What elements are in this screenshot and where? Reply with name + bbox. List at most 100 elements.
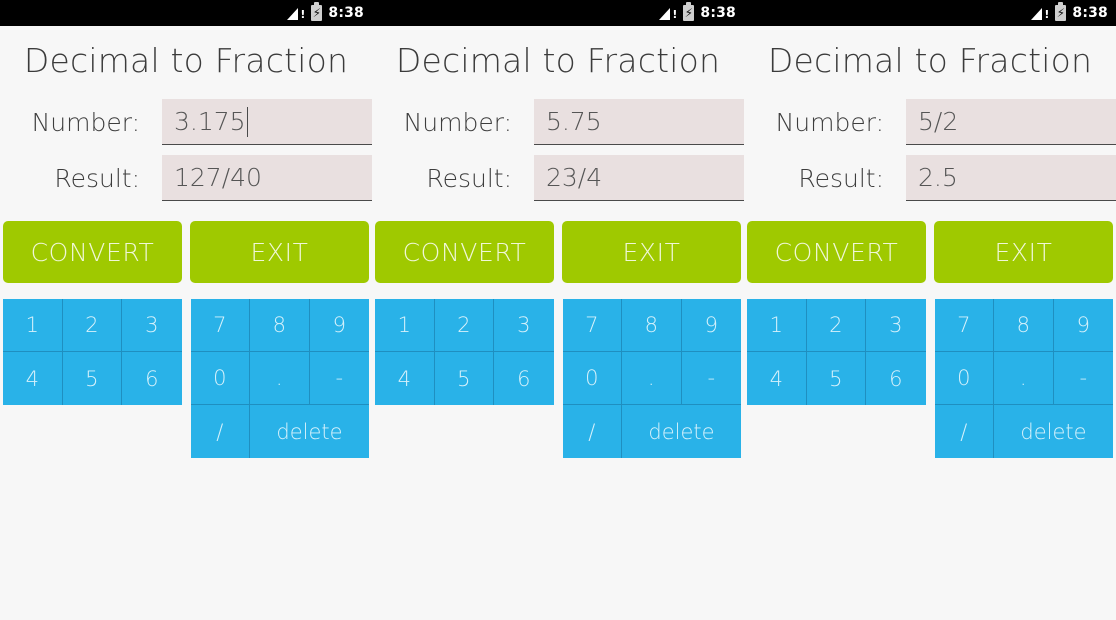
result-input-value: 2.5 [918,163,958,192]
conversion-form: Number: 5.75 Result: 23/4 [372,99,744,201]
key-5[interactable]: 5 [434,352,494,405]
number-input[interactable]: 5.75 [534,99,744,145]
key-7[interactable]: 7 [562,299,622,352]
signal-warning-icon: ! [659,6,678,21]
key-6[interactable]: 6 [494,352,554,405]
key-8[interactable]: 8 [250,299,310,352]
key-8[interactable]: 8 [994,299,1054,352]
key-slash[interactable]: / [562,405,622,458]
page-title: Decimal to Fraction [395,41,721,80]
key-5[interactable]: 5 [806,352,866,405]
result-input-value: 127/40 [174,163,262,192]
convert-button[interactable]: CONVERT [3,221,182,283]
result-row: Result: 127/40 [0,155,372,201]
convert-button[interactable]: CONVERT [375,221,554,283]
key-4[interactable]: 4 [747,352,807,405]
key-delete[interactable]: delete [250,405,369,458]
key-minus[interactable]: - [681,352,741,405]
key-3[interactable]: 3 [494,299,554,352]
number-row: Number: 5.75 [372,99,744,145]
keypad-left: 1 2 3 4 5 6 [3,299,182,405]
page-title: Decimal to Fraction [23,41,349,80]
key-9[interactable]: 9 [309,299,369,352]
number-label: Number: [403,107,512,137]
signal-warning-glyph: ! [300,8,306,21]
key-6[interactable]: 6 [122,352,182,405]
status-bar-clock: 8:38 [700,5,736,21]
signal-warning-icon: ! [1031,6,1050,21]
keypad-row: 1 2 3 4 5 6 7 8 9 0 . - / delete [0,299,372,458]
app-panel-3: ! ⚡ 8:38 Decimal to Fraction Number: 5/2… [744,0,1116,620]
text-caret [246,106,249,137]
result-input[interactable]: 2.5 [906,155,1116,201]
key-0[interactable]: 0 [934,352,994,405]
result-label: Result: [54,163,140,193]
key-0[interactable]: 0 [190,352,250,405]
key-slash[interactable]: / [190,405,250,458]
number-row: Number: 5/2 [744,99,1116,145]
action-button-row: CONVERT EXIT [0,221,372,283]
keypad-right: 7 8 9 0 . - / delete [562,299,741,458]
number-label: Number: [31,107,140,137]
result-input[interactable]: 23/4 [534,155,744,201]
signal-warning-glyph: ! [672,8,678,21]
result-input[interactable]: 127/40 [162,155,372,201]
key-7[interactable]: 7 [190,299,250,352]
exit-button[interactable]: EXIT [562,221,741,283]
number-label: Number: [775,107,884,137]
result-label: Result: [426,163,512,193]
keypad-left: 1 2 3 4 5 6 [375,299,554,405]
key-minus[interactable]: - [1053,352,1113,405]
key-6[interactable]: 6 [866,352,926,405]
key-delete[interactable]: delete [994,405,1113,458]
result-input-value: 23/4 [546,163,603,192]
number-input-value: 3.175 [174,107,246,136]
battery-bolt-glyph: ⚡ [684,6,694,20]
keypad-row: 1 2 3 4 5 6 7 8 9 0 . - / delete [744,299,1116,458]
number-input[interactable]: 5/2 [906,99,1116,145]
status-bar-clock: 8:38 [328,5,364,21]
key-1[interactable]: 1 [747,299,807,352]
number-input[interactable]: 3.175 [162,99,372,145]
battery-charging-icon: ⚡ [1055,2,1067,21]
key-2[interactable]: 2 [434,299,494,352]
key-9[interactable]: 9 [681,299,741,352]
key-decimal-point[interactable]: . [622,352,682,405]
key-decimal-point[interactable]: . [250,352,310,405]
convert-button[interactable]: CONVERT [747,221,926,283]
page-title: Decimal to Fraction [767,41,1093,80]
signal-warning-glyph: ! [1044,8,1050,21]
key-minus[interactable]: - [309,352,369,405]
conversion-form: Number: 3.175 Result: 127/40 [0,99,372,201]
key-1[interactable]: 1 [3,299,63,352]
status-bar-clock: 8:38 [1072,5,1108,21]
exit-button[interactable]: EXIT [934,221,1113,283]
key-5[interactable]: 5 [62,352,122,405]
key-3[interactable]: 3 [122,299,182,352]
key-1[interactable]: 1 [375,299,435,352]
keypad-left: 1 2 3 4 5 6 [747,299,926,405]
key-3[interactable]: 3 [866,299,926,352]
result-row: Result: 23/4 [372,155,744,201]
exit-button[interactable]: EXIT [190,221,369,283]
key-0[interactable]: 0 [562,352,622,405]
key-decimal-point[interactable]: . [994,352,1054,405]
key-9[interactable]: 9 [1053,299,1113,352]
key-7[interactable]: 7 [934,299,994,352]
app-panel-2: ! ⚡ 8:38 Decimal to Fraction Number: 5.7… [372,0,744,620]
key-8[interactable]: 8 [622,299,682,352]
number-input-value: 5.75 [546,107,602,136]
key-2[interactable]: 2 [62,299,122,352]
key-delete[interactable]: delete [622,405,741,458]
key-2[interactable]: 2 [806,299,866,352]
key-4[interactable]: 4 [3,352,63,405]
status-bar: ! ⚡ 8:38 [372,0,744,26]
result-row: Result: 2.5 [744,155,1116,201]
key-slash[interactable]: / [934,405,994,458]
status-bar: ! ⚡ 8:38 [744,0,1116,26]
key-4[interactable]: 4 [375,352,435,405]
conversion-form: Number: 5/2 Result: 2.5 [744,99,1116,201]
action-button-row: CONVERT EXIT [372,221,744,283]
battery-bolt-glyph: ⚡ [312,6,322,20]
panel-strip: ! ⚡ 8:38 Decimal to Fraction Number: 3.1… [0,0,1116,620]
